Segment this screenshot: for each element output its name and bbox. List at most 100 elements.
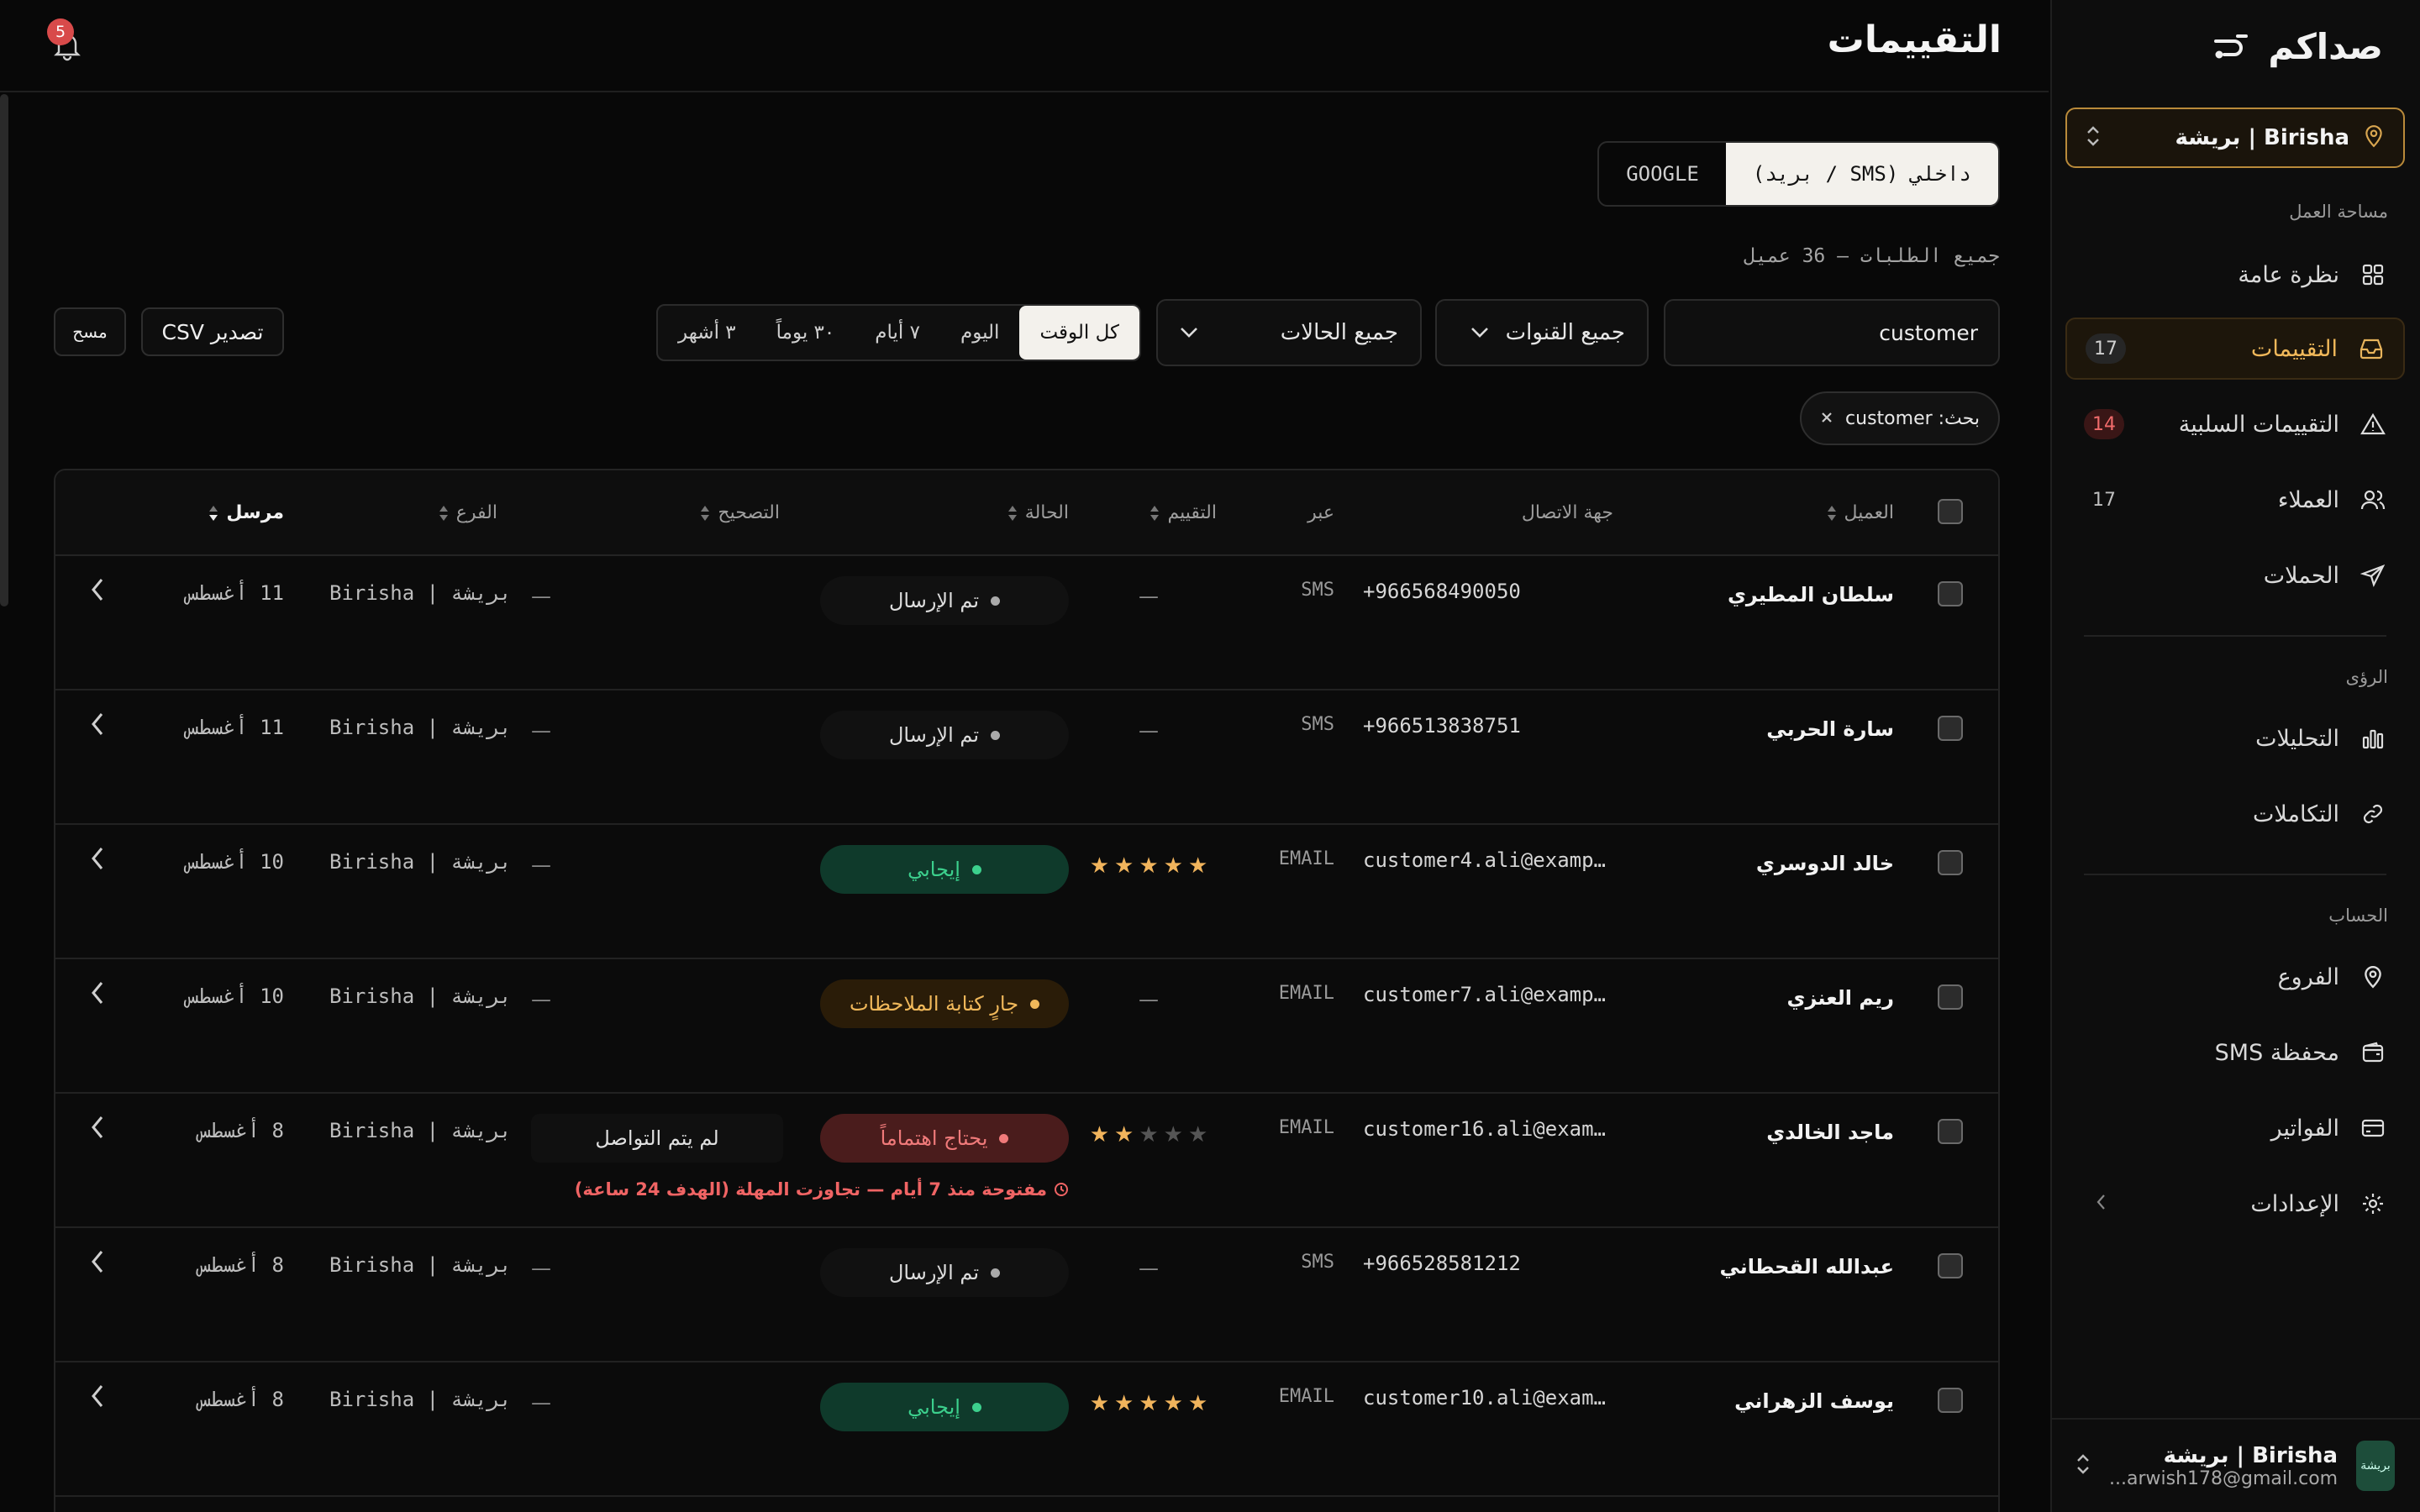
sidebar-item-label: الحملات [2263,562,2339,589]
chevron-left-icon[interactable] [86,1247,111,1277]
column-rating[interactable]: التقييم [1149,502,1217,523]
sidebar-item-campaigns[interactable]: الحملات [2065,544,2405,606]
sidebar-item-branches[interactable]: الفروع [2065,946,2405,1008]
status-badge: تم الإرسال [820,576,1069,625]
customer-name: سلطان المطيري [1727,583,1894,606]
status-badge: جارٍ كتابة الملاحظات [820,979,1069,1028]
inbox-icon [2358,335,2385,362]
column-label: مرسل [226,502,284,523]
row-checkbox[interactable] [1938,984,1963,1010]
sidebar-item-negative-reviews[interactable]: التقييمات السلبية 14 [2065,393,2405,455]
range-today[interactable]: اليوم [940,306,1019,360]
column-customer[interactable]: العميل [1826,502,1894,523]
sent-date: 8 أغسطس [198,1253,284,1277]
status-label: إيجابي [908,1395,960,1419]
sent-date: 11 أغسطس [187,716,284,739]
map-pin-icon [2360,963,2386,990]
row-checkbox[interactable] [1938,581,1963,606]
sidebar-item-label: التقييمات [2250,335,2338,362]
sidebar-item-integrations[interactable]: التكاملات [2065,783,2405,845]
sort-icon [1827,505,1836,521]
sidebar-item-reviews[interactable]: التقييمات 17 [2065,318,2405,380]
chevron-left-icon[interactable] [86,1112,111,1142]
chevron-left-icon[interactable] [86,978,111,1008]
status-dot [991,1268,1001,1278]
chevron-left-icon[interactable] [86,1381,111,1411]
tab-google[interactable]: GOOGLE [1599,143,1726,205]
column-branch[interactable]: الفرع [438,502,497,523]
customer-name: يوسف الزهراني [1734,1389,1894,1413]
branch-selector-label: Birisha | بريشة [2175,125,2349,150]
clear-button[interactable]: مسح [54,307,126,356]
status-dot [999,1133,1009,1143]
sent-date: 8 أغسطس [198,1119,284,1142]
sent-date: 10 أغسطس [187,850,284,874]
select-all-checkbox[interactable] [1938,499,1963,524]
contact-value: +966528581212 [1363,1252,1521,1275]
column-label: التقييم [1167,502,1217,523]
section-title-insights: الرؤى [2345,667,2388,687]
range-all-time[interactable]: كل الوقت [1019,306,1139,360]
brand[interactable]: صداكم [2050,0,2420,92]
notification-badge: 5 [47,18,74,45]
user-name: Birisha | بريشة [2163,1442,2338,1468]
top-bar: التقييمات 5 [0,0,2049,92]
overdue-warning: مفتوحة منذ 7 أيام — تجاوزت المهلة (الهدف… [575,1179,1069,1200]
table-row[interactable]: ريم العنزي customer7.ali@examp… EMAIL — جارٍ… [55,959,1998,1094]
sort-desc-icon [209,505,218,521]
search-input[interactable]: customer [1664,299,2000,366]
sidebar-item-customers[interactable]: العملاء 17 [2065,469,2405,531]
column-label: التصحيح [718,502,780,523]
scrollbar[interactable] [0,94,8,606]
row-checkbox[interactable] [1938,1388,1963,1413]
channel-value: EMAIL [1278,983,1334,1004]
correction-value: — [531,719,551,743]
channels-dropdown[interactable]: جميع القنوات [1435,299,1649,366]
table-row[interactable]: سارة الحربي +966513838751 SMS — تم الإرسال — B… [55,690,1998,825]
search-filter-chip[interactable]: بحث: customer [1800,391,2000,445]
sidebar-item-label: الفروع [2277,963,2339,990]
table-row[interactable]: يوسف الزهراني customer10.ali@exam… EMAIL ★ ★… [55,1362,1998,1497]
sort-icon [1150,505,1160,521]
range-3-months[interactable]: ٣ أشهر [658,306,756,360]
row-checkbox[interactable] [1938,1119,1963,1144]
table-row[interactable]: سلطان المطيري +966568490050 SMS — تم الإرسال… [55,556,1998,690]
column-sent[interactable]: مرسل [208,502,284,523]
chevron-left-icon[interactable] [86,843,111,874]
status-badge: تم الإرسال [820,1248,1069,1297]
count-badge: 14 [2084,409,2124,439]
brand-name: صداكم [2268,25,2383,67]
column-status[interactable]: الحالة [1007,502,1069,523]
range-7-days[interactable]: ٧ أيام [855,306,940,360]
status-label: تم الإرسال [888,1261,980,1284]
range-30-days[interactable]: ٣٠ يوماً [756,306,855,360]
row-checkbox[interactable] [1938,1253,1963,1278]
sidebar-item-settings[interactable]: الإعدادات [2065,1173,2405,1235]
status-dot [1030,999,1040,1009]
close-icon[interactable] [1820,408,1833,429]
column-correction[interactable]: التصحيح [699,502,780,523]
sidebar-item-overview[interactable]: نظرة عامة [2065,244,2405,306]
chevron-left-icon[interactable] [86,575,111,605]
statuses-dropdown[interactable]: جميع الحالات [1156,299,1422,366]
sidebar-item-sms-wallet[interactable]: محفظة SMS [2065,1021,2405,1084]
tab-internal[interactable]: داخلي (SMS / بريد) [1725,143,1998,205]
chevron-left-icon[interactable] [86,709,111,739]
channel-value: EMAIL [1278,848,1334,869]
user-email: ...arwish178@gmail.com [2109,1467,2338,1489]
sidebar-item-analytics[interactable]: التحليلات [2065,707,2405,769]
export-csv-button[interactable]: تصدير CSV [141,307,284,356]
sidebar-item-invoices[interactable]: الفواتير [2065,1097,2405,1159]
row-checkbox[interactable] [1938,716,1963,741]
status-label: تم الإرسال [888,723,980,747]
branch-value: Birisha | بريشة [329,984,512,1008]
branch-selector[interactable]: Birisha | بريشة [2065,108,2405,168]
table-row[interactable]: خالد الدوسري customer4.ali@examp… EMAIL ★ ★ ★… [55,825,1998,959]
user-account-menu[interactable]: بريشة Birisha | بريشة ...arwish178@gmail… [2050,1418,2420,1512]
row-checkbox[interactable] [1938,850,1963,875]
table-row[interactable]: عبدالله القحطاني +966528581212 SMS — تم الإر… [55,1228,1998,1362]
table-row[interactable]: ماجد الخالدي customer16.ali@exam… EMAIL ★ ★ ★… [55,1094,1998,1228]
status-label: إيجابي [908,858,960,881]
star-filled-icon: ★ [1089,1391,1110,1416]
overdue-text: مفتوحة منذ 7 أيام — تجاوزت المهلة (الهدف… [574,1179,1047,1200]
